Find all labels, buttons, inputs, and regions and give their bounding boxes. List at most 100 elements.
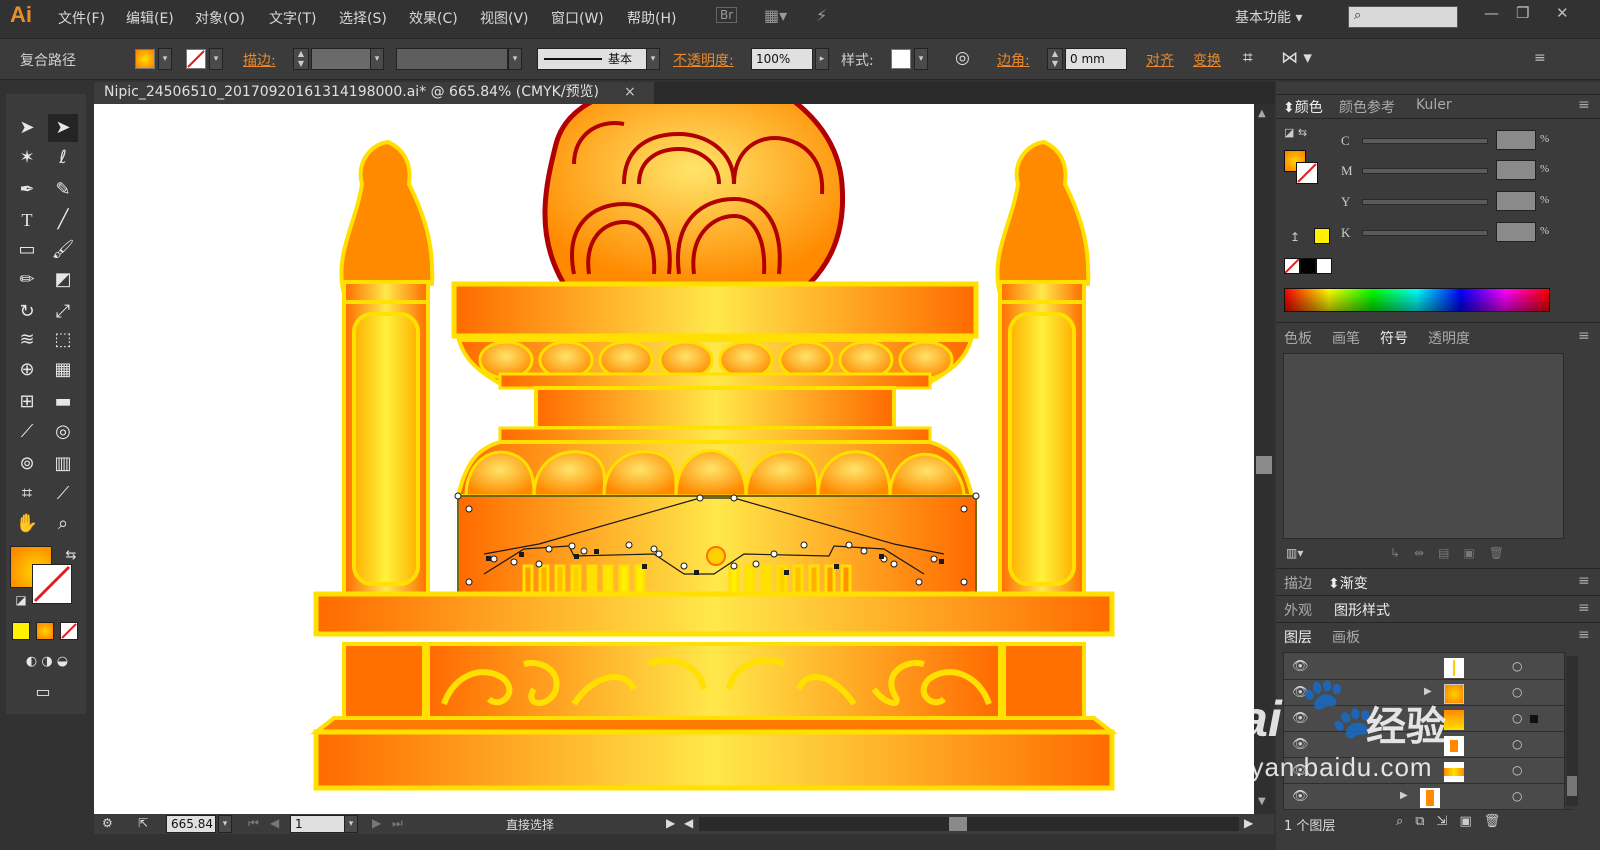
default-fill-stroke-icon[interactable]: ◪ ⇆ <box>1284 126 1307 139</box>
cyan-slider[interactable] <box>1362 138 1488 144</box>
black-input[interactable] <box>1496 222 1536 242</box>
tab-stroke[interactable]: 描边 <box>1284 573 1312 593</box>
control-bar-menu-icon[interactable]: ≡ <box>1534 50 1546 66</box>
isolate-group-icon[interactable]: ⌗ <box>1243 48 1253 68</box>
brush-definition-field[interactable]: 基本 <box>537 48 647 70</box>
scroll-right-icon[interactable]: ▶ <box>1244 816 1253 830</box>
stroke-weight-stepper[interactable]: ▲ ▼ <box>293 48 309 70</box>
shape-builder-tool-icon[interactable]: ⊕ <box>12 356 42 384</box>
paintbrush-tool-icon[interactable]: 🖌 <box>48 236 78 264</box>
target-circle-icon[interactable]: ○ <box>1512 789 1522 803</box>
graphic-style-dropdown[interactable]: ▾ <box>914 48 928 70</box>
hand-tool-icon[interactable]: ✋ <box>12 510 42 538</box>
stroke-panel-link[interactable]: 描边: <box>243 50 276 70</box>
minimize-icon[interactable]: — <box>1484 4 1499 22</box>
direct-selection-tool-icon[interactable]: ➤ <box>48 114 78 142</box>
symbol-libraries-icon[interactable]: ▥▾ <box>1286 546 1303 560</box>
visibility-eye-icon[interactable]: 👁 <box>1292 789 1309 804</box>
tab-swatches[interactable]: 色板 <box>1284 328 1312 348</box>
menu-file[interactable]: 文件(F) <box>58 8 105 28</box>
zoom-dropdown[interactable]: ▾ <box>218 815 232 833</box>
rotate-tool-icon[interactable]: ↻ <box>12 298 42 326</box>
document-tab[interactable]: Nipic_24506510_20170920161314198000.ai* … <box>94 82 654 104</box>
fill-swatch[interactable] <box>135 49 155 69</box>
expand-arrow-icon[interactable]: ▶ <box>1400 790 1408 801</box>
horizontal-scroll-thumb[interactable] <box>949 817 967 831</box>
export-icon[interactable]: ⇱ <box>138 816 148 830</box>
black-color-swatch[interactable] <box>1300 258 1316 274</box>
variable-width-profile[interactable] <box>396 48 508 70</box>
view-options-icon[interactable]: ⚙ <box>102 816 113 830</box>
layer-actions-icons[interactable]: ⌕⧉⇲▣🗑 <box>1396 814 1512 829</box>
scroll-down-icon[interactable]: ▼ <box>1258 796 1266 807</box>
corner-stepper[interactable]: ▲ ▼ <box>1047 48 1063 70</box>
color-mode-icon[interactable] <box>12 622 30 640</box>
brush-dropdown[interactable]: ▾ <box>646 48 660 70</box>
symbols-panel-menu-icon[interactable]: ≡ <box>1578 328 1590 344</box>
free-transform-tool-icon[interactable]: ⬚ <box>48 326 78 354</box>
fill-dropdown[interactable]: ▾ <box>158 48 172 70</box>
workspace-switcher[interactable]: 基本功能 ▾ <box>1235 7 1302 27</box>
symbols-list[interactable] <box>1283 353 1564 539</box>
yellow-input[interactable] <box>1496 191 1536 211</box>
color-panel-menu-icon[interactable]: ≡ <box>1578 97 1590 113</box>
last-artboard-icon[interactable]: ⏭ <box>392 816 403 831</box>
artboard-canvas[interactable] <box>94 104 1254 814</box>
tab-color[interactable]: ⬍颜色 <box>1283 97 1323 117</box>
pencil-tool-icon[interactable]: ✏ <box>12 266 42 294</box>
close-tab-icon[interactable]: × <box>624 82 636 103</box>
stroke-weight-dropdown[interactable]: ▾ <box>370 48 384 70</box>
horizontal-scrollbar[interactable] <box>699 817 1239 831</box>
target-circle-icon[interactable]: ○ <box>1512 659 1522 673</box>
tab-artboards[interactable]: 画板 <box>1332 627 1360 647</box>
next-artboard-icon[interactable]: ▶ <box>372 816 381 830</box>
layer-row[interactable]: 👁 ▶ ○ <box>1284 786 1574 810</box>
line-tool-icon[interactable]: ╱ <box>48 206 78 234</box>
target-circle-icon[interactable]: ○ <box>1512 763 1522 777</box>
artboard-tool-icon[interactable]: ⌗ <box>12 480 42 508</box>
profile-dropdown[interactable]: ▾ <box>508 48 522 70</box>
menu-help[interactable]: 帮助(H) <box>627 8 676 28</box>
opacity-panel-link[interactable]: 不透明度: <box>673 50 734 70</box>
close-window-icon[interactable]: ✕ <box>1556 4 1569 22</box>
scroll-left-icon[interactable]: ◀ <box>684 816 693 830</box>
menu-effect[interactable]: 效果(C) <box>409 8 458 28</box>
target-circle-icon[interactable]: ○ <box>1512 711 1522 725</box>
none-color-swatch[interactable] <box>1284 258 1300 274</box>
help-search-input[interactable]: ⌕ <box>1348 6 1458 28</box>
stroke-dropdown[interactable]: ▾ <box>209 48 223 70</box>
arrange-documents-icon[interactable]: ▦▾ <box>764 6 787 25</box>
graph-tool-icon[interactable]: ▥ <box>48 450 78 478</box>
gamut-color-swatch[interactable] <box>1314 228 1330 244</box>
rectangle-tool-icon[interactable]: ▭ <box>12 236 42 264</box>
cyan-input[interactable] <box>1496 130 1536 150</box>
menu-type[interactable]: 文字(T) <box>269 8 316 28</box>
artboard-number-input[interactable]: 1 <box>290 815 346 833</box>
transform-panel-link[interactable]: 变换 <box>1193 50 1221 70</box>
first-artboard-icon[interactable]: ⏮ <box>248 816 259 831</box>
tab-symbols[interactable]: 符号 <box>1380 328 1408 348</box>
yellow-slider[interactable] <box>1362 199 1488 205</box>
align-panel-link[interactable]: 对齐 <box>1146 50 1174 70</box>
corners-link[interactable]: 边角: <box>997 50 1030 70</box>
scroll-up-icon[interactable]: ▲ <box>1258 108 1266 119</box>
corner-radius-input[interactable]: 0 mm <box>1065 48 1127 70</box>
prev-artboard-icon[interactable]: ◀ <box>270 816 279 830</box>
type-tool-icon[interactable]: T <box>12 206 42 234</box>
magenta-input[interactable] <box>1496 160 1536 180</box>
symbol-sprayer-tool-icon[interactable]: ⊚ <box>12 450 42 478</box>
pen-tool-icon[interactable]: ✒ <box>12 176 42 204</box>
curvature-tool-icon[interactable]: ✎ <box>48 176 78 204</box>
white-color-swatch[interactable] <box>1316 258 1332 274</box>
zoom-input[interactable]: 665.84 <box>166 815 216 833</box>
graphic-style-swatch[interactable] <box>891 49 911 69</box>
magic-wand-tool-icon[interactable]: ✶ <box>12 144 42 172</box>
status-menu-icon[interactable]: ▶ <box>666 816 675 830</box>
tab-transparency[interactable]: 透明度 <box>1428 328 1470 348</box>
perspective-grid-tool-icon[interactable]: ▦ <box>48 356 78 384</box>
opacity-slider-toggle[interactable]: ▸ <box>815 48 829 70</box>
tab-gradient[interactable]: ⬍渐变 <box>1328 573 1368 593</box>
symbol-actions-icons[interactable]: ↳⇹▤▣🗑 <box>1390 546 1518 560</box>
menu-window[interactable]: 窗口(W) <box>551 8 604 28</box>
blend-tool-icon[interactable]: ◎ <box>48 418 78 446</box>
